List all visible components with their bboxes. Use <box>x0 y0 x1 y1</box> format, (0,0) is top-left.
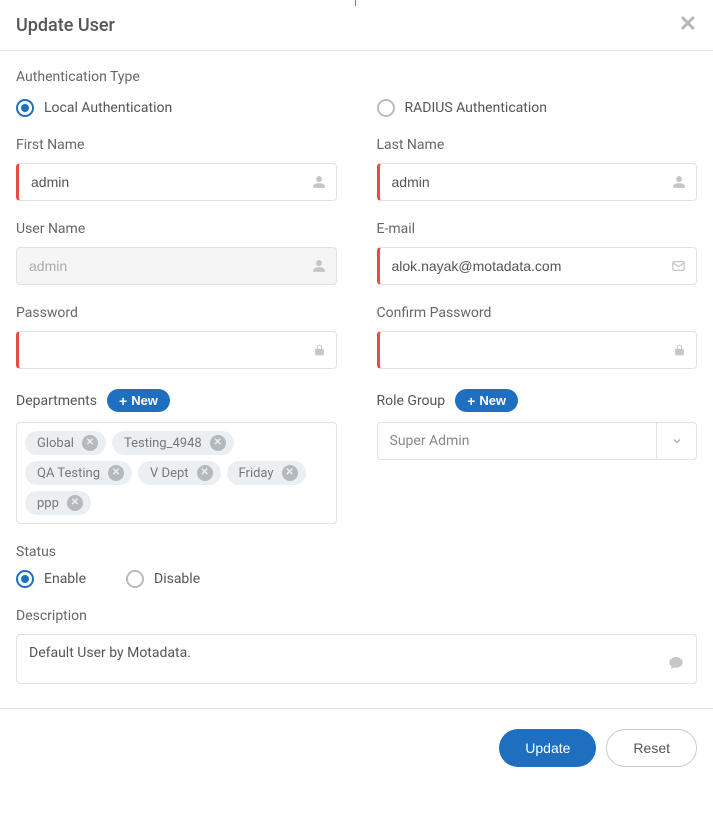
departments-new-button[interactable]: + New <box>107 389 170 412</box>
modal-footer: Update Reset <box>0 708 713 787</box>
role-group-label: Role Group <box>377 393 446 409</box>
tag-remove-icon[interactable]: ✕ <box>210 435 226 451</box>
modal-title: Update User <box>16 15 115 36</box>
status-enable-option[interactable]: Enable <box>16 570 86 588</box>
password-label: Password <box>16 305 337 321</box>
radio-icon <box>377 99 395 117</box>
password-input[interactable] <box>19 332 336 368</box>
role-group-value: Super Admin <box>378 423 657 459</box>
email-field[interactable] <box>377 247 698 285</box>
first-name-label: First Name <box>16 137 337 153</box>
tag-remove-icon[interactable]: ✕ <box>197 465 213 481</box>
email-label: E-mail <box>377 221 698 237</box>
chevron-down-icon[interactable] <box>656 423 696 459</box>
last-name-label: Last Name <box>377 137 698 153</box>
status-disable-label: Disable <box>154 571 200 587</box>
tag-remove-icon[interactable]: ✕ <box>108 465 124 481</box>
new-label: New <box>131 393 158 408</box>
role-group-select[interactable]: Super Admin <box>377 422 698 460</box>
departments-label: Departments <box>16 393 97 409</box>
update-button[interactable]: Update <box>499 729 596 767</box>
speech-bubble-icon <box>668 655 684 671</box>
tag-label: V Dept <box>150 466 188 481</box>
email-input[interactable] <box>380 248 697 284</box>
user-name-label: User Name <box>16 221 337 237</box>
top-indicator <box>355 0 356 6</box>
radio-icon <box>126 570 144 588</box>
auth-type-label: Authentication Type <box>16 69 697 85</box>
confirm-password-field[interactable] <box>377 331 698 369</box>
radio-icon <box>16 570 34 588</box>
status-enable-label: Enable <box>44 571 86 587</box>
close-icon[interactable]: ✕ <box>679 14 697 36</box>
plus-icon: + <box>467 394 475 408</box>
new-label: New <box>479 393 506 408</box>
department-tag: Global ✕ <box>25 431 106 455</box>
radio-icon <box>16 99 34 117</box>
department-tag: Friday ✕ <box>227 461 306 485</box>
description-label: Description <box>16 608 697 624</box>
tag-remove-icon[interactable]: ✕ <box>67 495 83 511</box>
confirm-password-input[interactable] <box>380 332 697 368</box>
user-name-field <box>16 247 337 285</box>
last-name-input[interactable] <box>380 164 697 200</box>
tag-remove-icon[interactable]: ✕ <box>282 465 298 481</box>
auth-local-option[interactable]: Local Authentication <box>16 99 337 117</box>
department-tag: ppp ✕ <box>25 491 91 515</box>
tag-label: QA Testing <box>37 466 100 481</box>
user-name-input <box>17 248 336 284</box>
reset-button[interactable]: Reset <box>606 729 697 767</box>
department-tag: V Dept ✕ <box>138 461 220 485</box>
status-disable-option[interactable]: Disable <box>126 570 200 588</box>
department-tag: Testing_4948 ✕ <box>112 431 234 455</box>
confirm-password-label: Confirm Password <box>377 305 698 321</box>
role-group-new-button[interactable]: + New <box>455 389 518 412</box>
first-name-field[interactable] <box>16 163 337 201</box>
password-field[interactable] <box>16 331 337 369</box>
tag-label: ppp <box>37 496 59 511</box>
tag-label: Global <box>37 436 74 451</box>
description-field[interactable]: Default User by Motadata. <box>16 634 697 684</box>
auth-radius-label: RADIUS Authentication <box>405 100 547 116</box>
auth-local-label: Local Authentication <box>44 100 172 116</box>
modal-header: Update User ✕ <box>0 0 713 51</box>
departments-tags[interactable]: Global✕Testing_4948✕QA Testing✕V Dept✕Fr… <box>16 422 337 524</box>
department-tag: QA Testing ✕ <box>25 461 132 485</box>
auth-radius-option[interactable]: RADIUS Authentication <box>377 99 698 117</box>
tag-label: Testing_4948 <box>124 436 202 451</box>
description-value: Default User by Motadata. <box>29 645 191 661</box>
last-name-field[interactable] <box>377 163 698 201</box>
tag-label: Friday <box>239 466 274 481</box>
tag-remove-icon[interactable]: ✕ <box>82 435 98 451</box>
modal-body: Authentication Type Local Authentication… <box>0 51 713 708</box>
first-name-input[interactable] <box>19 164 336 200</box>
status-label: Status <box>16 544 697 560</box>
plus-icon: + <box>119 394 127 408</box>
